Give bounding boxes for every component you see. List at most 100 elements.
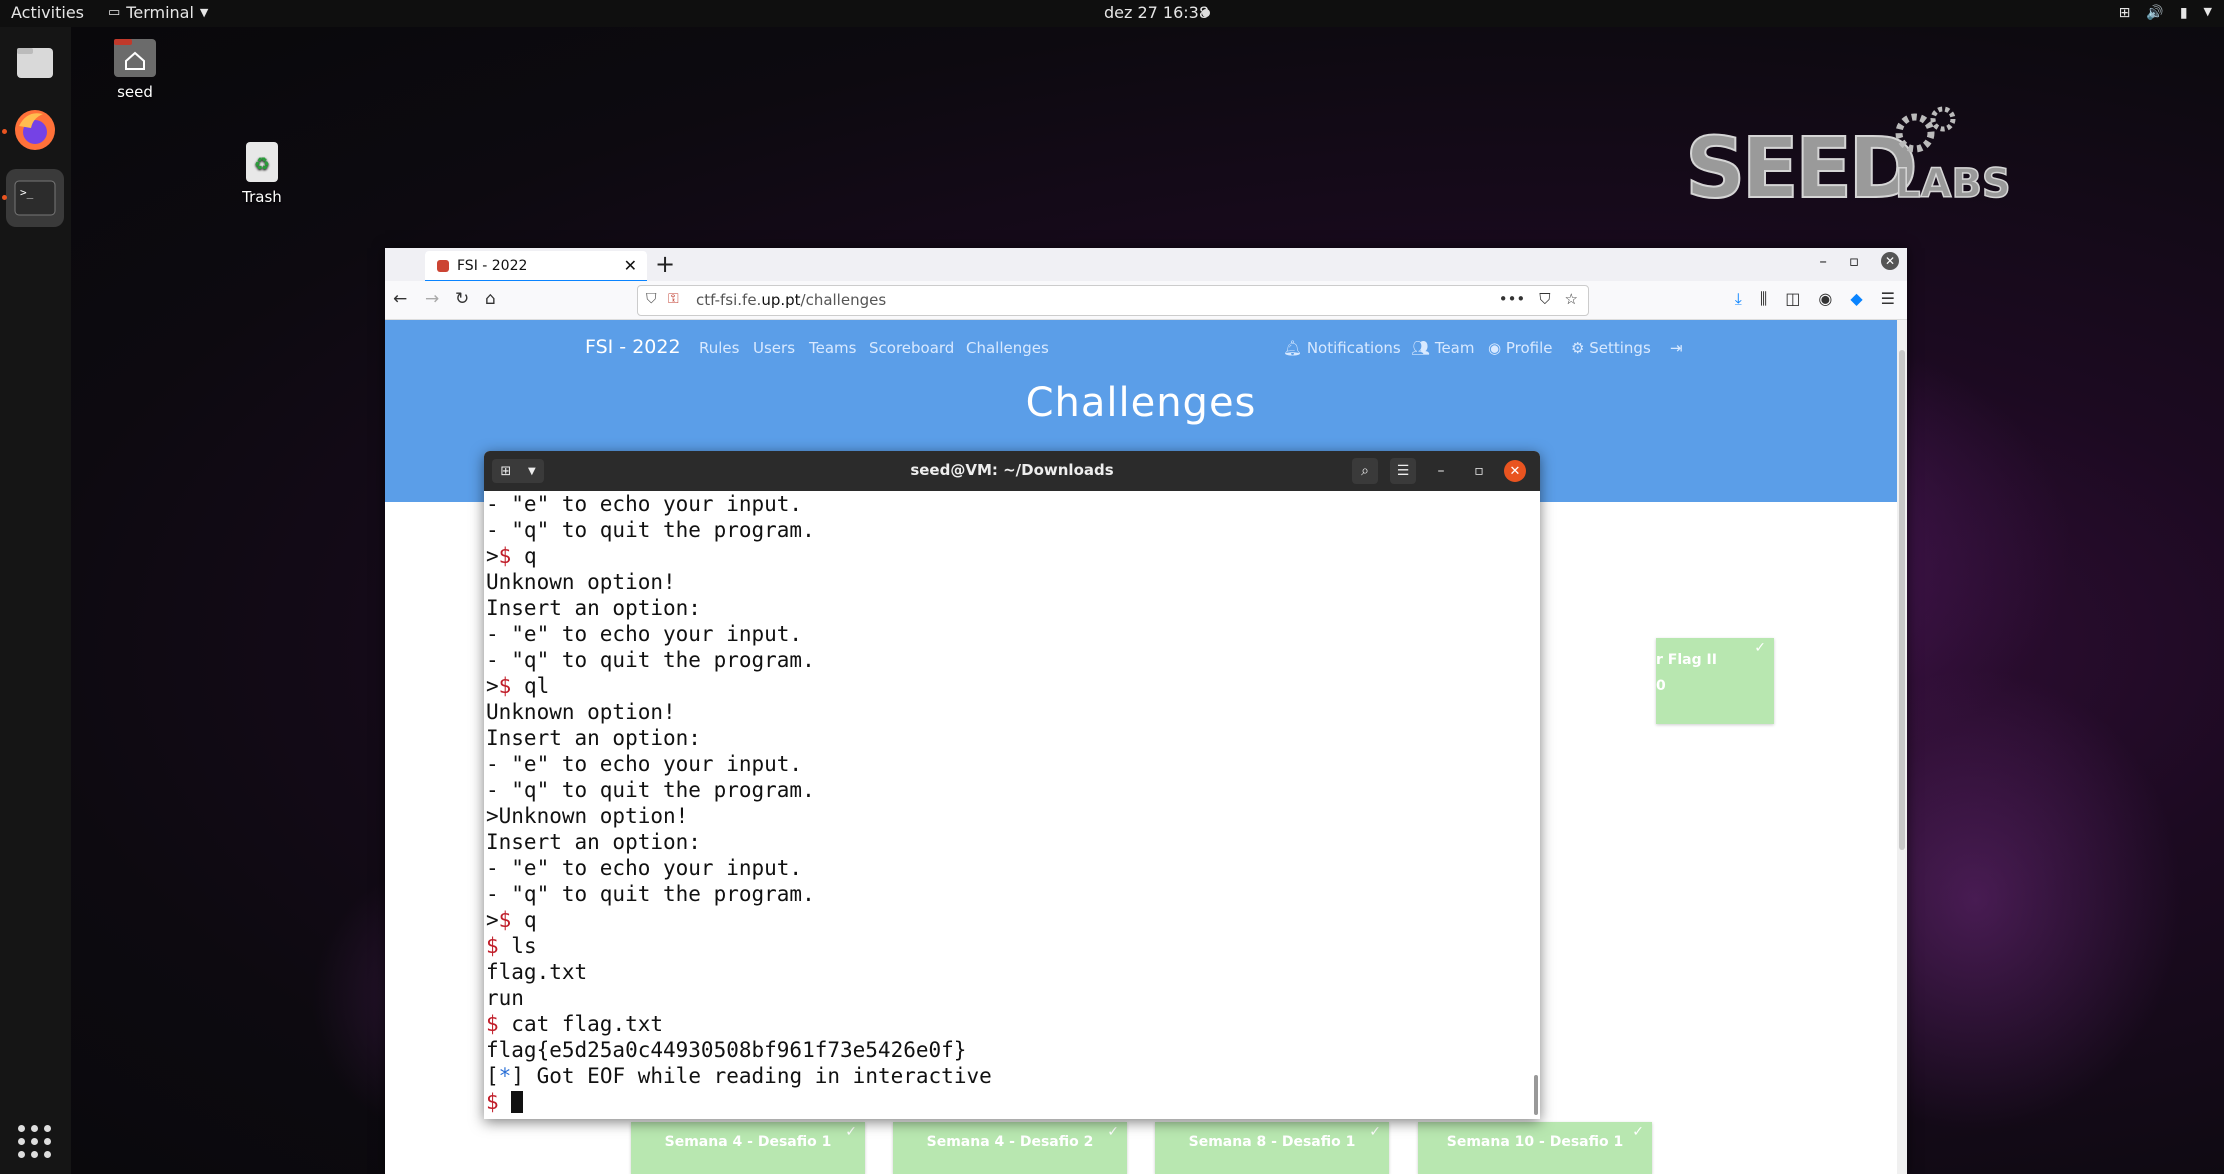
terminal-line: [*] Got EOF while reading in interactive	[486, 1064, 992, 1088]
terminal-line: - "q" to quit the program.	[486, 778, 815, 802]
top-bar: Activities ▭ Terminal ▼ dez 27 16:38 ⊞ 🔊…	[0, 0, 2224, 27]
terminal-icon: ▭	[108, 5, 121, 20]
site-brand[interactable]: FSI - 2022	[585, 336, 681, 358]
terminal-line: run	[486, 986, 524, 1010]
terminal-line: - "e" to echo your input.	[486, 856, 803, 880]
running-indicator	[2, 129, 7, 134]
new-tab-button[interactable]: +	[655, 250, 675, 278]
home-folder-label: seed	[117, 83, 153, 101]
terminal-line: Insert an option:	[486, 596, 701, 620]
url-bar[interactable]: ⛉ ⚿ ctf-fsi.fe.up.pt/challenges ••• ⛉ ☆	[637, 285, 1589, 316]
recycle-bin-icon: ♻	[246, 142, 278, 182]
library-icon[interactable]: ⫼	[1760, 289, 1767, 309]
nav-team[interactable]: 👥︎ Team	[1411, 339, 1474, 357]
terminal-line: - "q" to quit the program.	[486, 518, 815, 542]
page-scrollbar[interactable]	[1897, 320, 1907, 1174]
terminal-window: ⊞ ▼ seed@VM: ~/Downloads ⌕ ☰ – ▫ ✕ - "e"…	[484, 451, 1540, 1119]
maximize-icon[interactable]: ▫	[1849, 252, 1859, 270]
app-menu-label: Terminal	[126, 3, 194, 22]
show-apps-button[interactable]	[18, 1125, 52, 1159]
gear-icon: ⚙	[1571, 339, 1585, 357]
network-icon: ⊞	[2118, 5, 2131, 21]
clock[interactable]: dez 27 16:38	[1104, 3, 1209, 22]
shield-icon[interactable]: ⛉	[646, 291, 657, 307]
terminal-line: - "e" to echo your input.	[486, 622, 803, 646]
chevron-down-icon: ▼	[2203, 5, 2212, 18]
home-folder-icon[interactable]: seed	[85, 35, 185, 101]
nav-users[interactable]: Users	[753, 339, 795, 357]
challenge-card[interactable]: Semana 4 - Desafio 2 ✓	[893, 1122, 1127, 1174]
svg-text:♻: ♻	[254, 154, 270, 175]
menu-icon[interactable]: ☰	[1881, 289, 1895, 309]
terminal-line: - "q" to quit the program.	[486, 648, 815, 672]
nav-bar: ← → ↻ ⌂ ⛉ ⚿ ctf-fsi.fe.up.pt/challenges …	[385, 281, 1907, 320]
browser-tab[interactable]: FSI - 2022 ✕	[425, 251, 647, 281]
forward-icon[interactable]: →	[425, 289, 439, 309]
challenge-card[interactable]: Semana 8 - Desafio 1 ✓	[1155, 1122, 1389, 1174]
download-icon[interactable]: ⤓	[1735, 289, 1742, 309]
hamburger-menu-icon[interactable]: ☰	[1390, 458, 1416, 484]
running-indicator	[2, 195, 7, 200]
back-icon[interactable]: ←	[393, 289, 407, 309]
nav-challenges[interactable]: Challenges	[966, 339, 1049, 357]
trash-icon[interactable]: ♻ Trash	[212, 138, 312, 206]
terminal-launcher[interactable]: >_	[6, 169, 64, 227]
nav-teams[interactable]: Teams	[809, 339, 856, 357]
nav-notifications[interactable]: 🔔︎ Notifications	[1283, 339, 1401, 357]
terminal-controls: ⌕ ☰ – ▫ ✕	[1352, 458, 1526, 484]
trash-label: Trash	[242, 188, 282, 206]
challenge-card[interactable]: Semana 10 - Desafio 1 ✓	[1418, 1122, 1652, 1174]
page-actions-icon[interactable]: •••	[1499, 290, 1526, 308]
close-icon[interactable]: ✕	[1504, 460, 1526, 482]
text-cursor	[511, 1091, 524, 1113]
close-tab-icon[interactable]: ✕	[624, 256, 637, 275]
insecure-lock-icon[interactable]: ⚿	[668, 291, 679, 307]
volume-icon: 🔊	[2146, 5, 2164, 21]
favicon-icon	[437, 260, 449, 272]
terminal-line: >$ ql	[486, 674, 550, 698]
url-text[interactable]: ctf-fsi.fe.up.pt/challenges	[696, 291, 886, 309]
user-circle-icon: ◉	[1488, 339, 1502, 357]
challenge-card-title: Semana 4 - Desafio 1	[664, 1134, 832, 1150]
svg-text:LABS: LABS	[1895, 161, 2011, 205]
toolbar-icons: ⤓ ⫼ ◫ ◉ ◆ ☰	[1735, 289, 1895, 309]
check-icon: ✓	[1107, 1124, 1119, 1140]
bell-icon: 🔔︎	[1283, 339, 1303, 357]
firefox-launcher[interactable]	[6, 101, 64, 159]
sidebar-icon[interactable]: ◫	[1785, 289, 1800, 309]
close-window-icon[interactable]: ✕	[1881, 252, 1899, 270]
svg-text:SEED: SEED	[1685, 119, 1914, 205]
app-menu[interactable]: ▭ Terminal ▼	[108, 3, 208, 22]
terminal-output[interactable]: - "e" to echo your input. - "q" to quit t…	[484, 491, 1532, 1119]
maximize-icon[interactable]: ▫	[1466, 458, 1492, 484]
nav-scoreboard[interactable]: Scoreboard	[869, 339, 954, 357]
search-icon[interactable]: ⌕	[1352, 458, 1378, 484]
nav-settings[interactable]: ⚙ Settings	[1571, 339, 1651, 357]
pocket-icon[interactable]: ⛉	[1539, 290, 1550, 308]
extension-icon[interactable]: ◆	[1850, 289, 1862, 309]
minimize-icon[interactable]: –	[1428, 458, 1454, 484]
minimize-icon[interactable]: –	[1819, 252, 1827, 270]
reload-icon[interactable]: ↻	[455, 289, 469, 309]
nav-rules[interactable]: Rules	[699, 339, 739, 357]
challenge-card[interactable]: Semana 4 - Desafio 1 ✓	[631, 1122, 865, 1174]
home-icon[interactable]: ⌂	[485, 289, 496, 309]
folder-icon	[17, 48, 53, 78]
activities-button[interactable]: Activities	[11, 3, 84, 22]
terminal-icon: >_	[14, 180, 56, 216]
logout-icon[interactable]: ⇥	[1670, 339, 1683, 357]
chevron-down-icon: ▼	[199, 6, 209, 19]
battery-icon: ▮	[2179, 5, 2188, 21]
nav-profile[interactable]: ◉ Profile	[1488, 339, 1553, 357]
terminal-scrollbar[interactable]	[1534, 1075, 1538, 1115]
scrollbar-thumb[interactable]	[1899, 350, 1905, 850]
home-icon	[114, 39, 156, 77]
account-icon[interactable]: ◉	[1818, 289, 1832, 309]
system-tray[interactable]: ⊞ 🔊 ▮ ▼	[2119, 5, 2212, 21]
terminal-line: - "q" to quit the program.	[486, 882, 815, 906]
terminal-line: Unknown option!	[486, 570, 676, 594]
files-launcher[interactable]	[6, 33, 64, 91]
page-title: Challenges	[1025, 380, 1257, 426]
challenge-card-partial[interactable]: r Flag II 0 ✓	[1656, 638, 1774, 724]
bookmark-star-icon[interactable]: ☆	[1565, 290, 1578, 308]
